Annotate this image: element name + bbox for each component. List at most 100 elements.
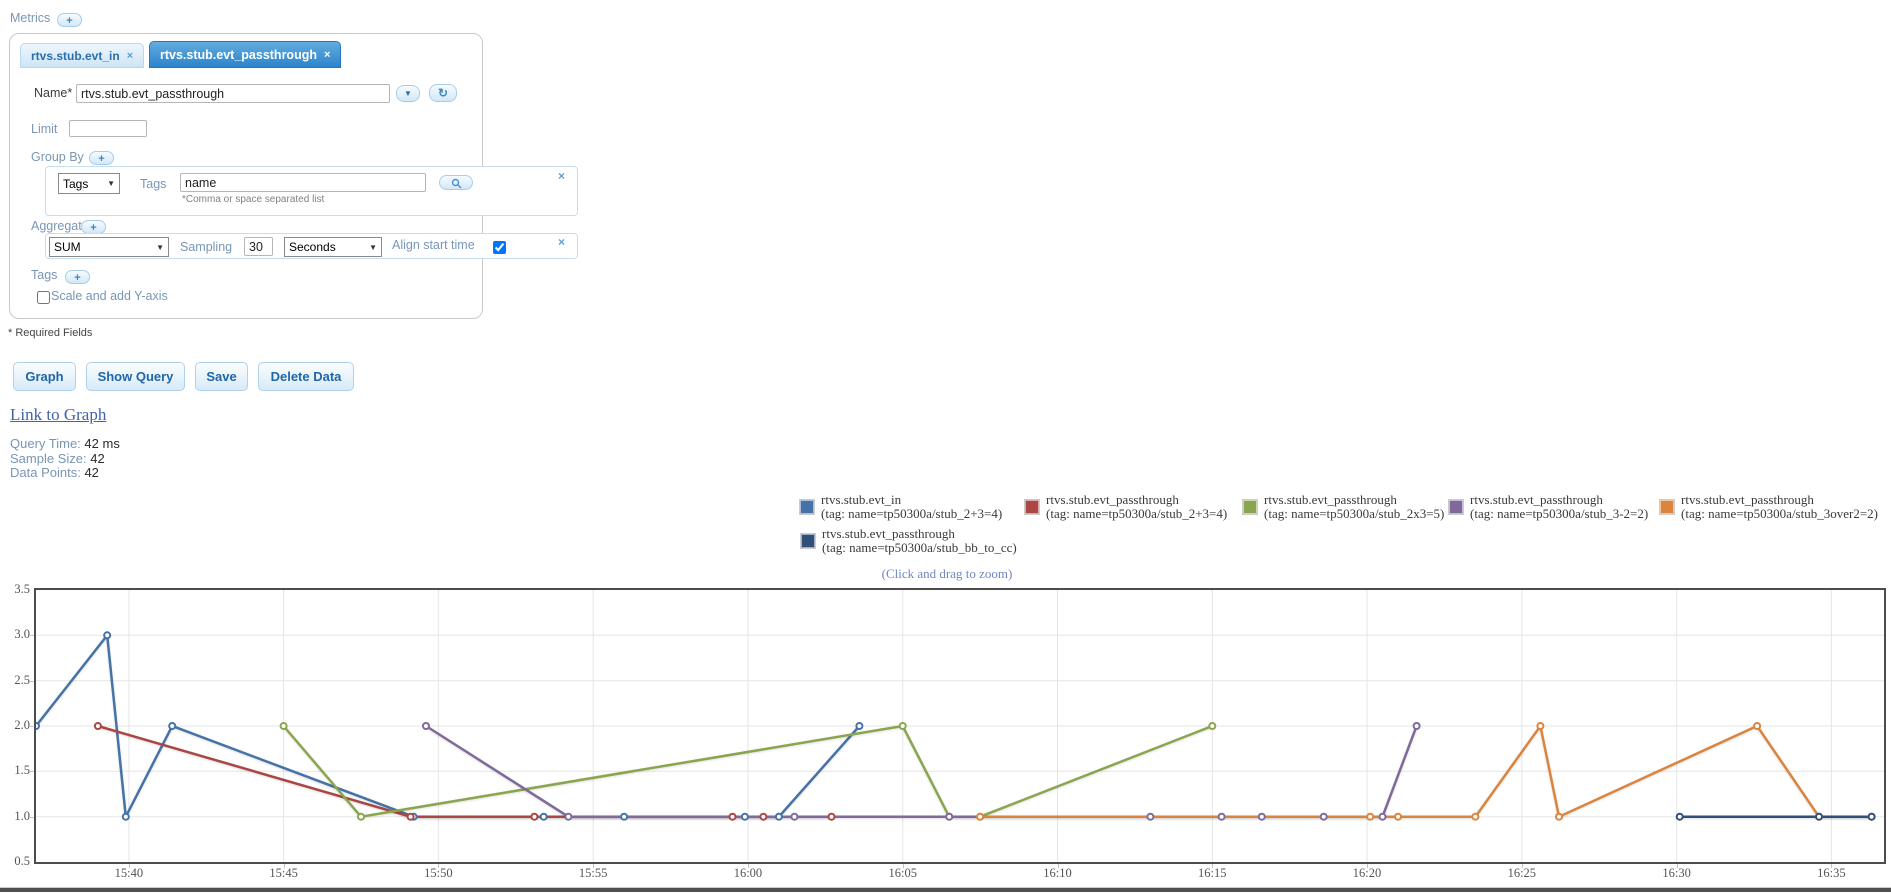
series-point <box>357 812 365 821</box>
chevron-down-icon: ▼ <box>156 242 164 252</box>
tab-label: rtvs.stub.evt_passthrough <box>160 47 317 62</box>
legend-series-text: rtvs.stub.evt_passthrough (tag: name=tp50… <box>822 527 1017 554</box>
add-group-by-button[interactable]: + <box>89 151 114 165</box>
tags-label: Tags <box>140 177 167 191</box>
legend-series-name: rtvs.stub.evt_passthrough <box>1681 492 1814 507</box>
tab-evt-in[interactable]: rtvs.stub.evt_in × <box>20 43 145 68</box>
metric-name-input[interactable] <box>76 84 390 103</box>
remove-aggregator-icon[interactable]: × <box>558 235 565 249</box>
link-to-graph[interactable]: Link to Graph <box>10 405 106 425</box>
scale-y-axis-checkbox[interactable] <box>37 291 50 304</box>
x-axis-tick-label: 16:00 <box>733 866 763 880</box>
legend-series-text: rtvs.stub.evt_passthrough (tag: name=tp50… <box>1264 493 1444 520</box>
chart-canvas <box>36 590 1884 862</box>
aggregator-select[interactable]: SUM ▼ <box>49 237 169 257</box>
legend-swatch-icon <box>800 532 816 549</box>
search-tags-button[interactable] <box>439 175 473 190</box>
x-axis-tick-label: 16:05 <box>888 866 917 880</box>
series-point <box>728 812 737 821</box>
series-point <box>36 722 40 730</box>
x-axis-tick-mark <box>1522 864 1523 868</box>
legend-entry: rtvs.stub.evt_passthrough (tag: name=tp50… <box>1448 493 1648 520</box>
add-metric-button[interactable]: + <box>57 13 82 27</box>
plus-icon: + <box>74 272 81 284</box>
series-point <box>530 812 539 821</box>
x-axis-tick-label: 16:20 <box>1352 866 1382 880</box>
x-axis-tick-mark <box>1677 864 1678 868</box>
x-axis-tick-label: 15:45 <box>269 866 298 880</box>
sample-size-value: 42 <box>90 450 105 466</box>
tab-evt-passthrough[interactable]: rtvs.stub.evt_passthrough × <box>149 41 342 68</box>
x-axis-tick-mark <box>593 864 594 868</box>
next-section-edge <box>0 888 1891 892</box>
series-point <box>620 812 629 821</box>
legend-entry: rtvs.stub.evt_passthrough (tag: name=tp50… <box>1659 493 1878 520</box>
limit-input[interactable] <box>69 120 147 137</box>
legend-entry: rtvs.stub.evt_passthrough (tag: name=tp50… <box>1242 493 1444 520</box>
x-axis-tick-mark <box>903 864 904 868</box>
close-tab-icon[interactable]: × <box>324 49 330 61</box>
series-point <box>945 812 954 821</box>
align-start-time-checkbox[interactable] <box>493 241 506 254</box>
sampling-value-input[interactable] <box>244 237 273 256</box>
series-point <box>790 812 799 821</box>
x-axis-tick-mark <box>129 864 130 868</box>
series-point <box>539 812 548 821</box>
name-dropdown-button[interactable]: ▼ <box>396 85 420 102</box>
scale-y-axis-label: Scale and add Y-axis <box>51 289 168 303</box>
legend-series-name: rtvs.stub.evt_passthrough <box>1264 492 1397 507</box>
select-value: SUM <box>54 240 81 254</box>
x-axis-tick-mark <box>438 864 439 868</box>
group-by-type-select[interactable]: Tags ▼ <box>58 173 120 194</box>
legend-series-text: rtvs.stub.evt_passthrough (tag: name=tp50… <box>1681 493 1878 520</box>
required-fields-note: * Required Fields <box>8 327 93 339</box>
x-axis-tick-label: 16:25 <box>1507 866 1537 880</box>
query-time-label: Query Time: <box>10 436 81 451</box>
aggregator-row: SUM ▼ Sampling Seconds ▼ Align start tim… <box>45 233 578 259</box>
add-tag-button[interactable]: + <box>65 270 90 284</box>
series-point <box>422 722 430 730</box>
show-query-button[interactable]: Show Query <box>86 362 185 391</box>
legend-swatch-icon <box>799 498 815 515</box>
add-aggregator-button[interactable]: + <box>81 220 106 234</box>
remove-group-by-icon[interactable]: × <box>558 169 565 183</box>
tab-label: rtvs.stub.evt_in <box>31 48 120 63</box>
series-point <box>564 812 573 821</box>
x-axis-tick-label: 15:40 <box>114 866 144 880</box>
data-points-value: 42 <box>84 465 99 480</box>
x-axis-tick-mark <box>1367 864 1368 868</box>
series-point <box>1536 722 1545 730</box>
delete-data-button[interactable]: Delete Data <box>258 362 354 391</box>
refresh-icon: ↻ <box>437 85 449 100</box>
close-tab-icon[interactable]: × <box>127 50 133 62</box>
y-axis-tick-mark <box>30 635 34 636</box>
metric-panel: rtvs.stub.evt_in × rtvs.stub.evt_passthr… <box>9 33 578 319</box>
group-by-tags-input[interactable] <box>180 173 426 192</box>
query-time-value: 42 ms <box>84 436 120 451</box>
sampling-unit-select[interactable]: Seconds ▼ <box>284 237 382 257</box>
legend-series-name: rtvs.stub.evt_passthrough <box>1046 492 1179 507</box>
legend-series-text: rtvs.stub.evt_passthrough (tag: name=tp50… <box>1046 493 1227 520</box>
search-icon <box>451 178 461 189</box>
series-point <box>1471 812 1480 821</box>
select-value: Seconds <box>289 240 336 254</box>
legend-swatch-icon <box>1242 498 1258 515</box>
x-axis-tick-label: 16:35 <box>1817 866 1846 880</box>
x-axis-tick-label: 16:10 <box>1043 866 1072 880</box>
name-label: Name* <box>34 86 73 100</box>
legend-series-text: rtvs.stub.evt_passthrough (tag: name=tp50… <box>1470 493 1648 520</box>
legend-swatch-icon <box>1659 498 1675 515</box>
align-start-time-label: Align start time <box>392 238 475 252</box>
sampling-label: Sampling <box>180 240 233 254</box>
series-point <box>976 812 985 821</box>
series-point <box>406 812 415 821</box>
y-axis-tick-label: 1.5 <box>14 763 30 778</box>
series-point <box>1378 812 1387 821</box>
series-point <box>1412 722 1421 730</box>
series-point <box>898 722 907 730</box>
refresh-button[interactable]: ↻ <box>429 84 457 102</box>
data-points-label: Data Points: <box>10 465 81 480</box>
graph-button[interactable]: Graph <box>13 362 76 391</box>
save-button[interactable]: Save <box>195 362 248 391</box>
chart-plot-area[interactable] <box>34 588 1886 864</box>
